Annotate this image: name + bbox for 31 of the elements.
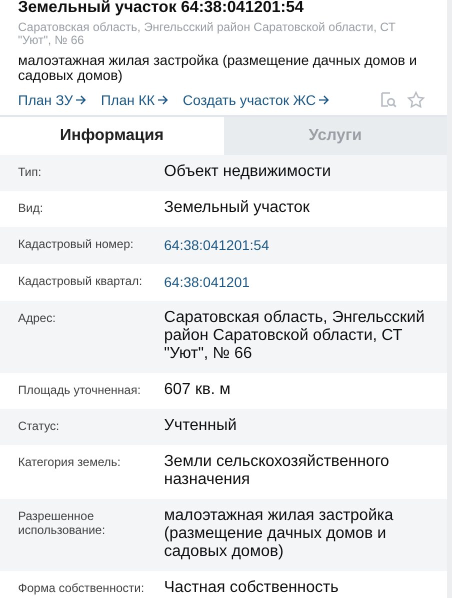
field-label: Кадастровый номер: [18,236,134,253]
nav-link[interactable]: План КК [100,92,169,108]
star-icon[interactable] [407,91,425,109]
nav-link[interactable]: План ЗУ [18,92,87,108]
field-value: Частная собственность [164,579,340,597]
nav-link[interactable]: Создать участок ЖС [182,92,330,108]
description-text: малоэтажная жилая застройка (размещение дачных домов и садовых домов) [18,53,418,83]
field-label: Площадь уточненная: [18,382,142,399]
field-value: Учтенный [164,417,238,435]
arrow-right-icon [74,95,87,105]
field-label: Статус: [18,418,60,435]
field-label: Кадастровый квартал: [18,273,144,290]
field-link[interactable]: 64:38:041201 [164,272,437,291]
field-label: Категория земель: [18,454,122,471]
field-value: Объект недвижимости [164,163,332,181]
field-label: Адрес: [18,310,57,327]
page-title: Земельный участок 64:38:041201:54 [18,0,305,18]
field-label: Тип: [18,164,42,181]
arrow-right-icon [318,95,330,105]
address-text: Саратовская область, Энгельсский район Саратовской области, СТ "Уют", № 66 [18,21,397,47]
field-value: 607 кв. м [164,381,232,399]
document-search-icon[interactable] [379,91,397,109]
field-value: Саратовская область, Энгельсский район Саратовской области, СТ "Уют", № 66 [164,309,426,363]
field-value: Земли сельскохозяйственного назначения [164,453,390,489]
field-value: Земельный участок [164,199,311,217]
field-value: малоэтажная жилая застройка (размещение дачных домов и садовых домов) [164,507,394,561]
field-link[interactable]: 64:38:041201:54 [164,235,437,254]
field-label: Разрешенное использование: [18,508,106,539]
field-label: Форма собственности: [18,580,146,597]
field-label: Вид: [18,200,44,217]
arrow-right-icon [156,95,169,105]
